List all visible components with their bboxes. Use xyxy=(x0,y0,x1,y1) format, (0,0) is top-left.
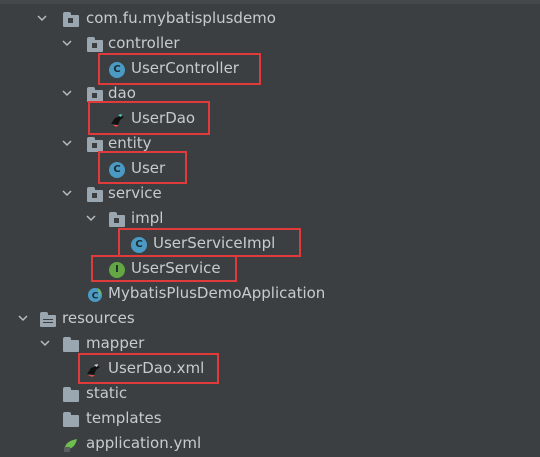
tree-item-label: application.yml xyxy=(86,434,202,452)
tree-item-label: controller xyxy=(108,34,180,52)
tree-item-application-yml[interactable]: application.yml xyxy=(0,432,540,456)
folder-icon xyxy=(63,337,79,352)
tree-item-label: static xyxy=(86,384,128,402)
tree-item-label: impl xyxy=(131,209,164,227)
tree-item-label: mapper xyxy=(86,334,145,352)
tree-item-user-controller[interactable]: C UserController xyxy=(0,57,540,81)
package-folder-icon xyxy=(63,12,79,27)
expand-chevron-icon[interactable] xyxy=(62,188,72,198)
expand-chevron-icon[interactable] xyxy=(86,213,96,223)
tree-item-user-dao[interactable]: UserDao xyxy=(0,107,540,131)
tree-item-label: dao xyxy=(108,84,136,102)
highlight-box xyxy=(118,228,301,257)
expand-chevron-icon[interactable] xyxy=(37,13,47,23)
tree-item-user-service[interactable]: I UserService xyxy=(0,257,540,281)
folder-icon xyxy=(63,387,79,402)
tree-item-package-root[interactable]: com.fu.mybatisplusdemo xyxy=(0,7,540,31)
tree-item-label: resources xyxy=(62,309,135,327)
tree-item-resources-folder[interactable]: resources xyxy=(0,307,540,331)
folder-icon xyxy=(63,412,79,427)
tree-item-label: MybatisPlusDemoApplication xyxy=(108,284,326,302)
highlight-box xyxy=(78,353,219,384)
expand-chevron-icon[interactable] xyxy=(62,38,72,48)
tree-item-label: service xyxy=(108,184,162,202)
svg-text:C: C xyxy=(92,292,99,302)
tree-item-service-folder[interactable]: service xyxy=(0,182,540,206)
highlight-box xyxy=(91,255,237,282)
package-folder-icon xyxy=(87,37,103,52)
tree-item-application-class[interactable]: C MybatisPlusDemoApplication xyxy=(0,282,540,306)
highlight-box xyxy=(98,151,187,184)
tree-item-user-entity[interactable]: C User xyxy=(0,157,540,181)
tree-item-templates-folder[interactable]: templates xyxy=(0,407,540,431)
highlight-box xyxy=(98,53,261,85)
project-tree-view: com.fu.mybatisplusdemo controller C User… xyxy=(0,0,540,457)
resources-folder-icon xyxy=(40,312,56,327)
expand-chevron-icon[interactable] xyxy=(62,138,72,148)
tree-item-label: entity xyxy=(108,134,152,152)
tree-item-static-folder[interactable]: static xyxy=(0,382,540,406)
tree-item-label: templates xyxy=(86,409,162,427)
package-folder-icon xyxy=(109,212,125,227)
yml-config-icon xyxy=(63,437,79,453)
expand-chevron-icon[interactable] xyxy=(18,313,28,323)
highlight-box xyxy=(88,101,210,135)
tree-top-edge xyxy=(0,0,540,4)
tree-item-entity-folder[interactable]: entity xyxy=(0,132,540,156)
expand-chevron-icon[interactable] xyxy=(62,88,72,98)
tree-item-controller-folder[interactable]: controller xyxy=(0,32,540,56)
tree-item-dao-folder[interactable]: dao xyxy=(0,82,540,106)
package-folder-icon xyxy=(87,187,103,202)
tree-item-label: com.fu.mybatisplusdemo xyxy=(86,9,276,27)
expand-chevron-icon[interactable] xyxy=(40,338,50,348)
spring-boot-class-icon: C xyxy=(87,287,103,303)
